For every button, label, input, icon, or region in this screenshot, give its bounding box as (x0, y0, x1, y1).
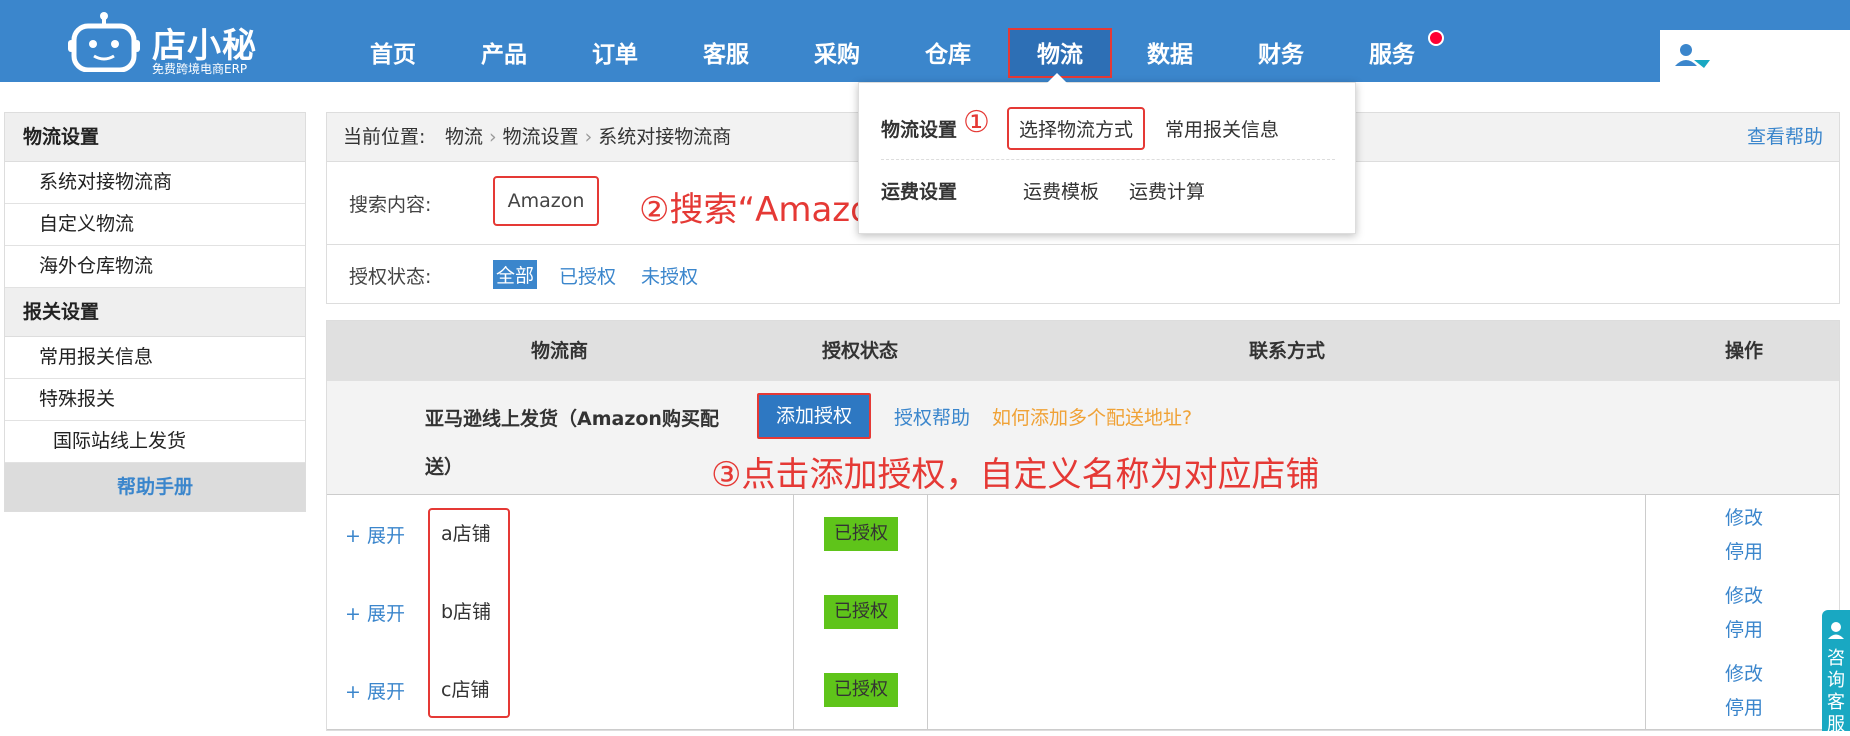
freight-template-item[interactable]: 运费模板 (1023, 177, 1099, 204)
nav-data[interactable]: 数据 (1125, 28, 1215, 82)
nav-orders[interactable]: 订单 (570, 28, 660, 82)
nav-logistics[interactable]: 物流 (1008, 28, 1112, 78)
customs-info-item[interactable]: 常用报关信息 (1165, 115, 1279, 142)
col-auth-status: 授权状态 (822, 340, 899, 362)
select-logistics-method-item[interactable]: 选择物流方式 (1007, 107, 1146, 150)
status-badge: 已授权 (824, 673, 898, 707)
column-divider (927, 495, 928, 573)
chevron-right-icon: › (489, 126, 497, 148)
sidebar-group-customs: 报关设置 (5, 288, 305, 337)
disable-link[interactable]: 停用 (1725, 693, 1763, 720)
nav-customer-service[interactable]: 客服 (681, 28, 771, 82)
column-divider (927, 573, 928, 651)
nav-purchase[interactable]: 采购 (792, 28, 882, 82)
sidebar-item-special-customs[interactable]: 特殊报关 (5, 379, 305, 421)
chat-support-tab[interactable]: 咨询客服 (1822, 610, 1850, 735)
brand-tagline: 免费跨境电商ERP (152, 62, 248, 76)
top-bar: 店小秘 免费跨境电商ERP 首页 产品 订单 客服 采购 仓库 物流 数据 财务… (0, 0, 1850, 82)
table-row: + 展开 b店铺 已授权 修改 停用 (327, 573, 1839, 652)
column-divider (793, 495, 794, 573)
logistics-dropdown-menu: 物流设置 ① 选择物流方式 常用报关信息 运费设置 运费模板 运费计算 (858, 73, 1356, 234)
col-contact: 联系方式 (1249, 340, 1326, 362)
annotation-step1: ① (963, 105, 990, 140)
dropdown-group-freight-settings: 运费设置 (881, 181, 958, 203)
dropdown-divider (881, 159, 1335, 160)
breadcrumb-current: 系统对接物流商 (598, 126, 732, 148)
sidebar-item-system-carriers[interactable]: 系统对接物流商 (5, 162, 305, 204)
carrier-group-amazon: 亚马逊线上发货（Amazon购买配送） 添加授权 授权帮助 如何添加多个配送地址… (327, 381, 1839, 495)
nav-warehouse[interactable]: 仓库 (903, 28, 993, 82)
view-help-link[interactable]: 查看帮助 (1747, 113, 1823, 161)
annotation-step3: ③点击添加授权，自定义名称为对应店铺 (711, 455, 1320, 495)
expand-toggle[interactable]: + 展开 (345, 521, 405, 548)
status-badge: 已授权 (824, 595, 898, 629)
column-divider (793, 651, 794, 729)
edit-link[interactable]: 修改 (1725, 659, 1763, 686)
col-carrier: 物流商 (531, 340, 589, 362)
carrier-group-title: 亚马逊线上发货（Amazon购买配送） (425, 408, 719, 478)
col-actions: 操作 (1725, 340, 1764, 362)
breadcrumb-label: 当前位置: (343, 126, 426, 148)
sidebar-item-customs-info[interactable]: 常用报关信息 (5, 337, 305, 379)
carrier-table: 物流商 授权状态 联系方式 操作 亚马逊线上发货（Amazon购买配送） 添加授… (326, 320, 1840, 731)
freight-calc-item[interactable]: 运费计算 (1129, 177, 1205, 204)
table-header: 物流商 授权状态 联系方式 操作 (327, 321, 1839, 381)
nav-services[interactable]: 服务 (1347, 28, 1437, 82)
status-filter-all[interactable]: 全部 (493, 260, 538, 289)
logo[interactable]: 店小秘 免费跨境电商ERP (68, 6, 268, 76)
user-icon (1675, 44, 1710, 68)
chat-support-label: 咨询客服 (1827, 648, 1845, 735)
disable-link[interactable]: 停用 (1725, 615, 1763, 642)
sidebar: 物流设置 系统对接物流商 自定义物流 海外仓库物流 报关设置 常用报关信息 特殊… (4, 112, 306, 512)
breadcrumb-logistics-settings[interactable]: 物流设置 (503, 126, 579, 148)
auth-status-label: 授权状态: (349, 266, 432, 288)
auth-help-link[interactable]: 授权帮助 (894, 403, 970, 430)
nav-finance[interactable]: 财务 (1236, 28, 1326, 82)
sidebar-group-logistics: 物流设置 (5, 113, 305, 162)
column-divider (927, 651, 928, 729)
sidebar-item-overseas-warehouse[interactable]: 海外仓库物流 (5, 246, 305, 288)
column-divider (1645, 573, 1646, 651)
status-filter-unauthorized[interactable]: 未授权 (641, 262, 698, 289)
column-divider (1645, 495, 1646, 573)
nav-home[interactable]: 首页 (348, 28, 438, 82)
help-manual-button[interactable]: 帮助手册 (5, 463, 305, 511)
notification-dot (1428, 30, 1444, 46)
edit-link[interactable]: 修改 (1725, 503, 1763, 530)
status-filter-authorized[interactable]: 已授权 (559, 262, 616, 289)
breadcrumb-trail: 物流 › 物流设置 › 系统对接物流商 (445, 113, 731, 161)
expand-toggle[interactable]: + 展开 (345, 599, 405, 626)
nav-products[interactable]: 产品 (459, 28, 549, 82)
user-menu[interactable] (1660, 30, 1850, 82)
breadcrumb-logistics[interactable]: 物流 (445, 126, 483, 148)
multi-address-link[interactable]: 如何添加多个配送地址? (992, 403, 1192, 430)
edit-link[interactable]: 修改 (1725, 581, 1763, 608)
chevron-right-icon: › (584, 126, 593, 148)
sidebar-item-intl-online-shipping[interactable]: 国际站线上发货 (5, 421, 305, 463)
search-label: 搜索内容: (349, 194, 432, 216)
chat-person-icon (1828, 622, 1844, 639)
table-row: + 展开 c店铺 已授权 修改 停用 (327, 651, 1839, 730)
robot-logo-icon (68, 12, 140, 72)
column-divider (793, 573, 794, 651)
table-row: + 展开 a店铺 已授权 修改 停用 (327, 495, 1839, 574)
store-names-highlight (428, 508, 510, 718)
disable-link[interactable]: 停用 (1725, 537, 1763, 564)
search-input[interactable]: Amazon (493, 176, 599, 226)
status-badge: 已授权 (824, 517, 898, 551)
column-divider (1645, 651, 1646, 729)
sidebar-item-custom-logistics[interactable]: 自定义物流 (5, 204, 305, 246)
dropdown-group-logistics-settings: 物流设置 (881, 119, 958, 141)
add-authorization-button[interactable]: 添加授权 (757, 393, 871, 439)
expand-toggle[interactable]: + 展开 (345, 677, 405, 704)
